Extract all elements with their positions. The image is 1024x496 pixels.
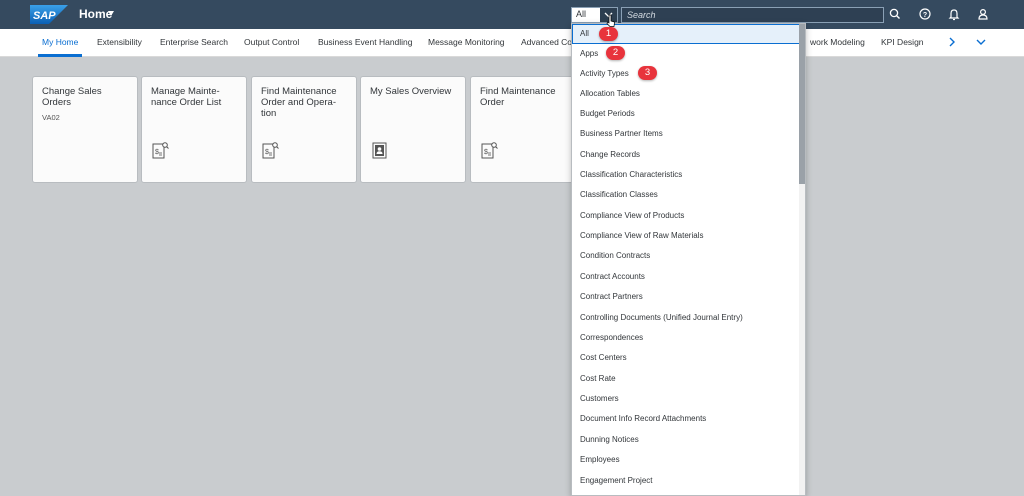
- tab-business-event-handling[interactable]: Business Event Handling: [318, 37, 413, 47]
- tab-my-home[interactable]: My Home: [42, 37, 78, 47]
- user-icon[interactable]: [975, 6, 991, 22]
- tile-my-sales-overview[interactable]: My Sales Overview: [360, 76, 466, 183]
- page-nav-bar: My Home Extensibility Enterprise Search …: [0, 29, 1024, 57]
- dropdown-item-activity-types[interactable]: Activity Types: [572, 64, 800, 84]
- dropdown-scrollbar-thumb[interactable]: [799, 24, 805, 184]
- dropdown-item-contract-partners[interactable]: Contract Partners: [572, 287, 800, 307]
- tile-title: Change Sales Orders: [42, 86, 102, 108]
- dropdown-item-compliance-view-of-raw-materials[interactable]: Compliance View of Raw Materials: [572, 226, 800, 246]
- shell-bar: SAP Home All ?: [0, 0, 1024, 29]
- dropdown-item-business-partner-items[interactable]: Business Partner Items: [572, 124, 800, 144]
- search-input[interactable]: [621, 7, 884, 23]
- annotation-badge-2: 2: [606, 46, 625, 60]
- tile-find-maintenance-order-and-operation[interactable]: Find Maintenance Order and Opera-tion $: [251, 76, 357, 183]
- search-icon[interactable]: [887, 6, 903, 22]
- dropdown-item-customers[interactable]: Customers: [572, 389, 800, 409]
- tab-network-modeling[interactable]: work Modeling: [810, 37, 865, 47]
- dropdown-item-correspondences[interactable]: Correspondences: [572, 328, 800, 348]
- help-icon[interactable]: ?: [917, 6, 933, 22]
- dropdown-item-change-records[interactable]: Change Records: [572, 145, 800, 165]
- dropdown-item-employees[interactable]: Employees: [572, 450, 800, 470]
- mouse-cursor-icon: [606, 14, 615, 27]
- sap-logo[interactable]: SAP: [30, 5, 68, 24]
- scope-value: All: [576, 9, 587, 19]
- caret-down-icon[interactable]: [108, 11, 114, 16]
- svg-text:$: $: [155, 149, 159, 156]
- annotation-badge-3: 3: [638, 66, 657, 80]
- tile-subtitle: VA02: [42, 113, 60, 122]
- dropdown-item-cost-centers[interactable]: Cost Centers: [572, 348, 800, 368]
- chevron-right-icon[interactable]: [945, 35, 959, 49]
- tab-extensibility[interactable]: Extensibility: [97, 37, 142, 47]
- tab-kpi-design[interactable]: KPI Design: [881, 37, 924, 47]
- active-tab-indicator: [38, 54, 82, 57]
- document-search-icon: $: [262, 142, 279, 159]
- dropdown-item-document-info-record-attachments[interactable]: Document Info Record Attachments: [572, 409, 800, 429]
- search-scope-dropdown[interactable]: All Apps Activity Types Allocation Table…: [571, 23, 806, 496]
- annotation-badge-1: 1: [599, 27, 618, 41]
- dropdown-item-cost-rate[interactable]: Cost Rate: [572, 369, 800, 389]
- svg-text:$: $: [265, 149, 269, 156]
- dropdown-item-engagement-project[interactable]: Engagement Project: [572, 471, 800, 491]
- svg-text:?: ?: [923, 12, 927, 19]
- tile-manage-maintenance-order-list[interactable]: Manage Mainte-nance Order List $: [141, 76, 247, 183]
- dropdown-scrollbar[interactable]: [799, 24, 805, 495]
- dropdown-item-contract-accounts[interactable]: Contract Accounts: [572, 267, 800, 287]
- tab-message-monitoring[interactable]: Message Monitoring: [428, 37, 505, 47]
- dropdown-item-condition-contracts[interactable]: Condition Contracts: [572, 246, 800, 266]
- dropdown-item-budget-periods[interactable]: Budget Periods: [572, 104, 800, 124]
- tile-change-sales-orders[interactable]: Change Sales Orders VA02: [32, 76, 138, 183]
- sales-document-icon: [372, 142, 387, 159]
- dropdown-item-allocation-tables[interactable]: Allocation Tables: [572, 84, 800, 104]
- tab-enterprise-search[interactable]: Enterprise Search: [160, 37, 228, 47]
- svg-text:SAP: SAP: [33, 10, 56, 22]
- chevron-down-icon[interactable]: [974, 35, 988, 49]
- svg-text:$: $: [484, 149, 488, 156]
- dropdown-item-compliance-view-of-products[interactable]: Compliance View of Products: [572, 206, 800, 226]
- dropdown-item-controlling-documents[interactable]: Controlling Documents (Unified Journal E…: [572, 308, 800, 328]
- notification-bell-icon[interactable]: [946, 6, 962, 22]
- document-search-icon: $: [481, 142, 498, 159]
- dropdown-item-classification-characteristics[interactable]: Classification Characteristics: [572, 165, 800, 185]
- document-search-icon: $: [152, 142, 169, 159]
- tab-advanced[interactable]: Advanced Co: [521, 37, 572, 47]
- tile-title: Manage Mainte-nance Order List: [151, 86, 222, 108]
- dropdown-item-classification-classes[interactable]: Classification Classes: [572, 185, 800, 205]
- dropdown-item-dunning-notices[interactable]: Dunning Notices: [572, 430, 800, 450]
- tab-output-control[interactable]: Output Control: [244, 37, 299, 47]
- tile-title: Find Maintenance Order: [480, 86, 556, 108]
- tile-find-maintenance-order[interactable]: Find Maintenance Order $: [470, 76, 576, 183]
- tile-title: My Sales Overview: [370, 86, 452, 97]
- tile-title: Find Maintenance Order and Opera-tion: [261, 86, 337, 119]
